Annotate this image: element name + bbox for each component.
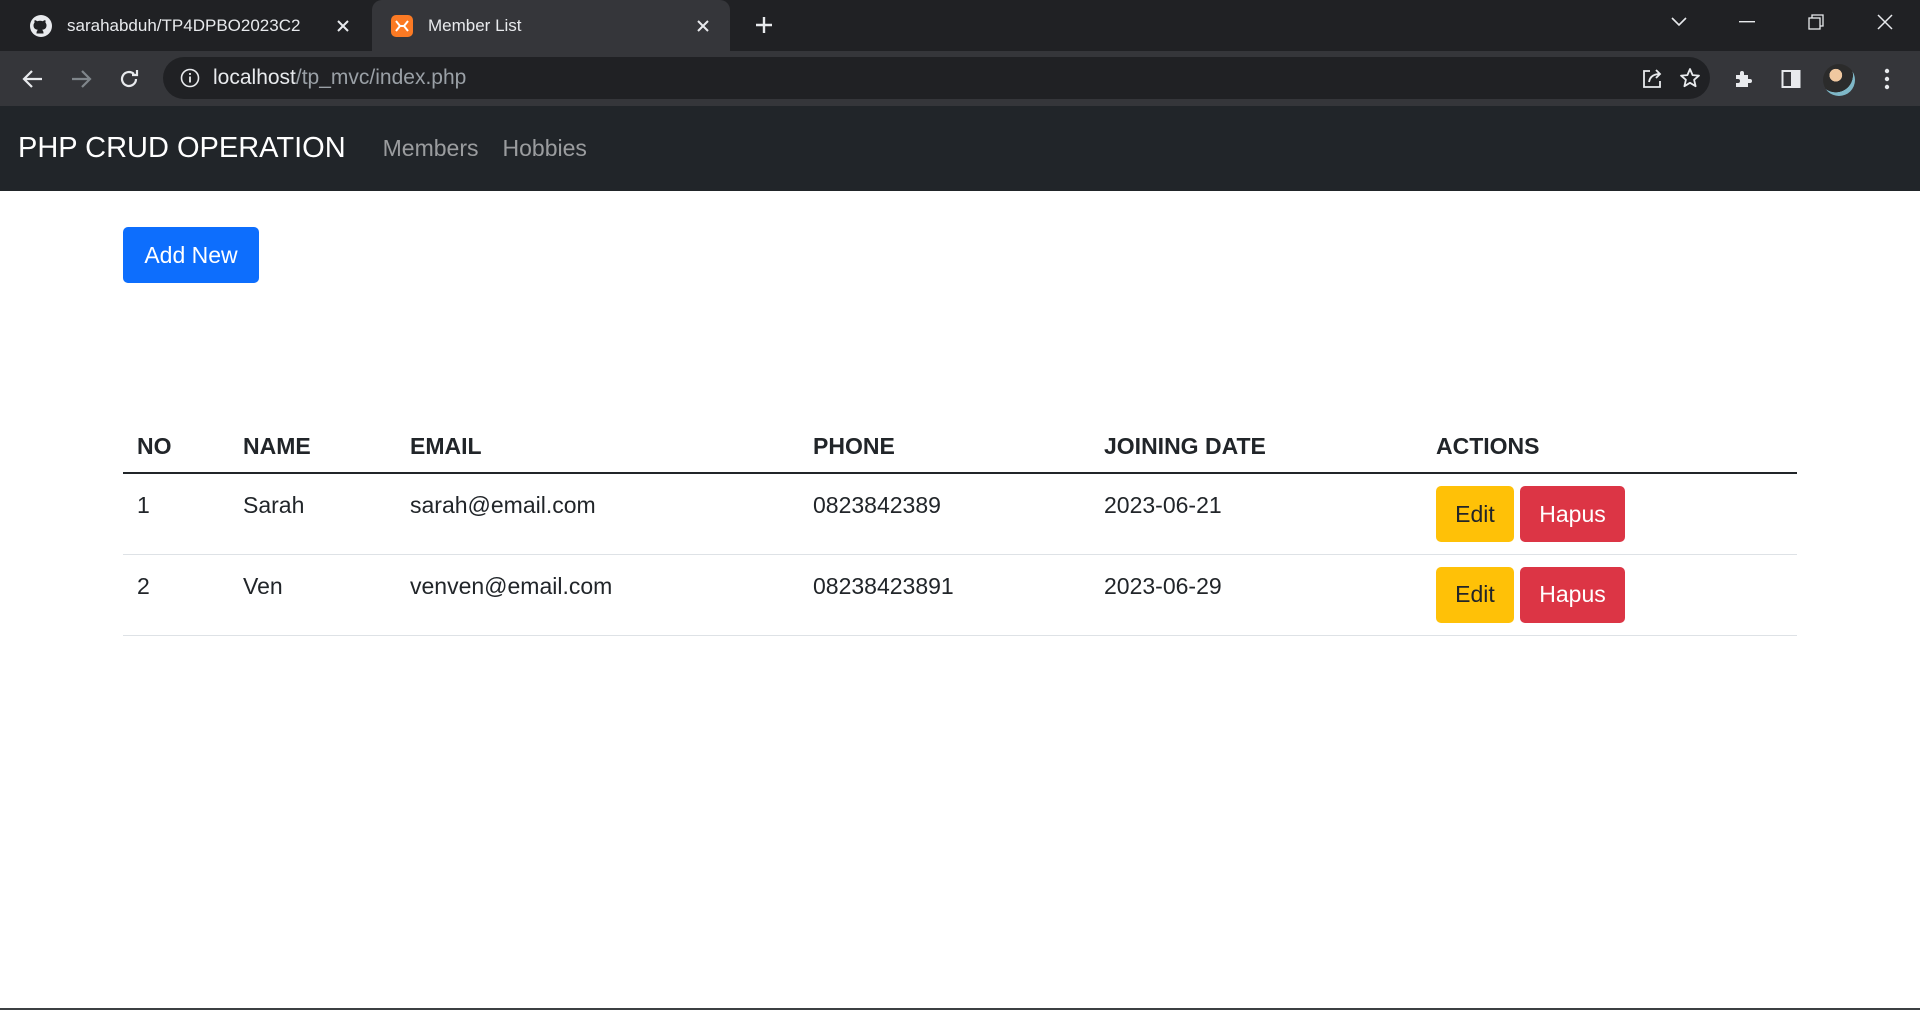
browser-toolbar: localhost/tp_mvc/index.php — [0, 51, 1920, 106]
kebab-menu-icon — [1884, 68, 1890, 90]
cell-name: Sarah — [229, 473, 396, 555]
tab-title: sarahabduh/TP4DPBO2023C2 — [67, 15, 301, 35]
close-icon — [1877, 14, 1893, 30]
cell-phone: 0823842389 — [799, 473, 1090, 555]
tab-github[interactable]: sarahabduh/TP4DPBO2023C2 — [0, 0, 370, 51]
cell-joining-date: 2023-06-29 — [1090, 554, 1422, 636]
bookmark-star-icon[interactable] — [1674, 62, 1706, 94]
table-row: 1 Sarah sarah@email.com 0823842389 2023-… — [123, 473, 1797, 555]
puzzle-icon — [1736, 71, 1752, 87]
tab-member-list[interactable]: Member List — [372, 0, 730, 51]
column-header-name: NAME — [229, 420, 396, 474]
cell-joining-date: 2023-06-21 — [1090, 473, 1422, 555]
edit-button[interactable]: Edit — [1436, 566, 1514, 623]
cell-no: 1 — [123, 473, 229, 555]
arrow-right-icon — [72, 70, 92, 88]
column-header-joining-date: JOINING DATE — [1090, 420, 1422, 474]
add-new-button[interactable]: Add New — [123, 227, 259, 283]
side-panel-button[interactable] — [1771, 59, 1811, 99]
minimize-icon — [1739, 21, 1755, 23]
url-host: localhost — [213, 66, 296, 89]
nav-link-hobbies[interactable]: Hobbies — [503, 135, 587, 162]
close-icon[interactable] — [328, 11, 358, 41]
new-tab-button[interactable] — [748, 9, 780, 41]
page-viewport: PHP CRUD OPERATION Members Hobbies Add N… — [0, 106, 1920, 1010]
column-header-phone: PHONE — [799, 420, 1090, 474]
profile-avatar[interactable] — [1823, 64, 1855, 96]
forward-button[interactable] — [61, 59, 101, 99]
info-icon[interactable] — [179, 67, 201, 89]
reload-button[interactable] — [109, 59, 149, 99]
github-icon — [29, 14, 53, 38]
column-header-actions: ACTIONS — [1422, 420, 1797, 474]
navbar: PHP CRUD OPERATION Members Hobbies — [0, 106, 1920, 191]
back-button[interactable] — [13, 59, 53, 99]
restore-icon — [1808, 14, 1824, 30]
address-bar[interactable]: localhost/tp_mvc/index.php — [163, 57, 1710, 99]
browser-tabstrip: sarahabduh/TP4DPBO2023C2 Member List — [0, 0, 1920, 51]
nav-link-members[interactable]: Members — [383, 135, 479, 162]
menu-button[interactable] — [1867, 59, 1907, 99]
table-row: 2 Ven venven@email.com 08238423891 2023-… — [123, 554, 1797, 636]
close-icon[interactable] — [688, 11, 718, 41]
close-window-button[interactable] — [1856, 0, 1914, 44]
restore-button[interactable] — [1787, 0, 1845, 44]
tab-title: Member List — [428, 15, 522, 35]
column-header-no: NO — [123, 420, 229, 474]
cell-email: venven@email.com — [396, 554, 799, 636]
cell-actions: Edit Hapus — [1422, 473, 1797, 555]
cell-email: sarah@email.com — [396, 473, 799, 555]
edit-button[interactable]: Edit — [1436, 486, 1514, 542]
side-panel-icon — [1781, 70, 1801, 88]
table-header-row: NO NAME EMAIL PHONE JOINING DATE ACTIONS — [123, 420, 1797, 474]
delete-button[interactable]: Hapus — [1520, 486, 1625, 542]
tab-search-button[interactable] — [1650, 0, 1708, 44]
cell-name: Ven — [229, 554, 396, 636]
xampp-icon — [390, 14, 414, 38]
cell-actions: Edit Hapus — [1422, 554, 1797, 636]
members-table: NO NAME EMAIL PHONE JOINING DATE ACTIONS… — [123, 420, 1797, 636]
plus-icon — [756, 17, 772, 33]
navbar-brand[interactable]: PHP CRUD OPERATION — [18, 132, 346, 165]
delete-button[interactable]: Hapus — [1520, 566, 1625, 623]
share-icon[interactable] — [1636, 62, 1668, 94]
chevron-down-icon — [1671, 17, 1687, 27]
url-text: localhost/tp_mvc/index.php — [213, 66, 466, 90]
reload-icon — [120, 70, 139, 88]
cell-phone: 08238423891 — [799, 554, 1090, 636]
url-path: /tp_mvc/index.php — [295, 66, 467, 89]
minimize-button[interactable] — [1718, 0, 1776, 44]
arrow-left-icon — [22, 70, 42, 88]
column-header-email: EMAIL — [396, 420, 799, 474]
cell-no: 2 — [123, 554, 229, 636]
extensions-button[interactable] — [1723, 59, 1763, 99]
